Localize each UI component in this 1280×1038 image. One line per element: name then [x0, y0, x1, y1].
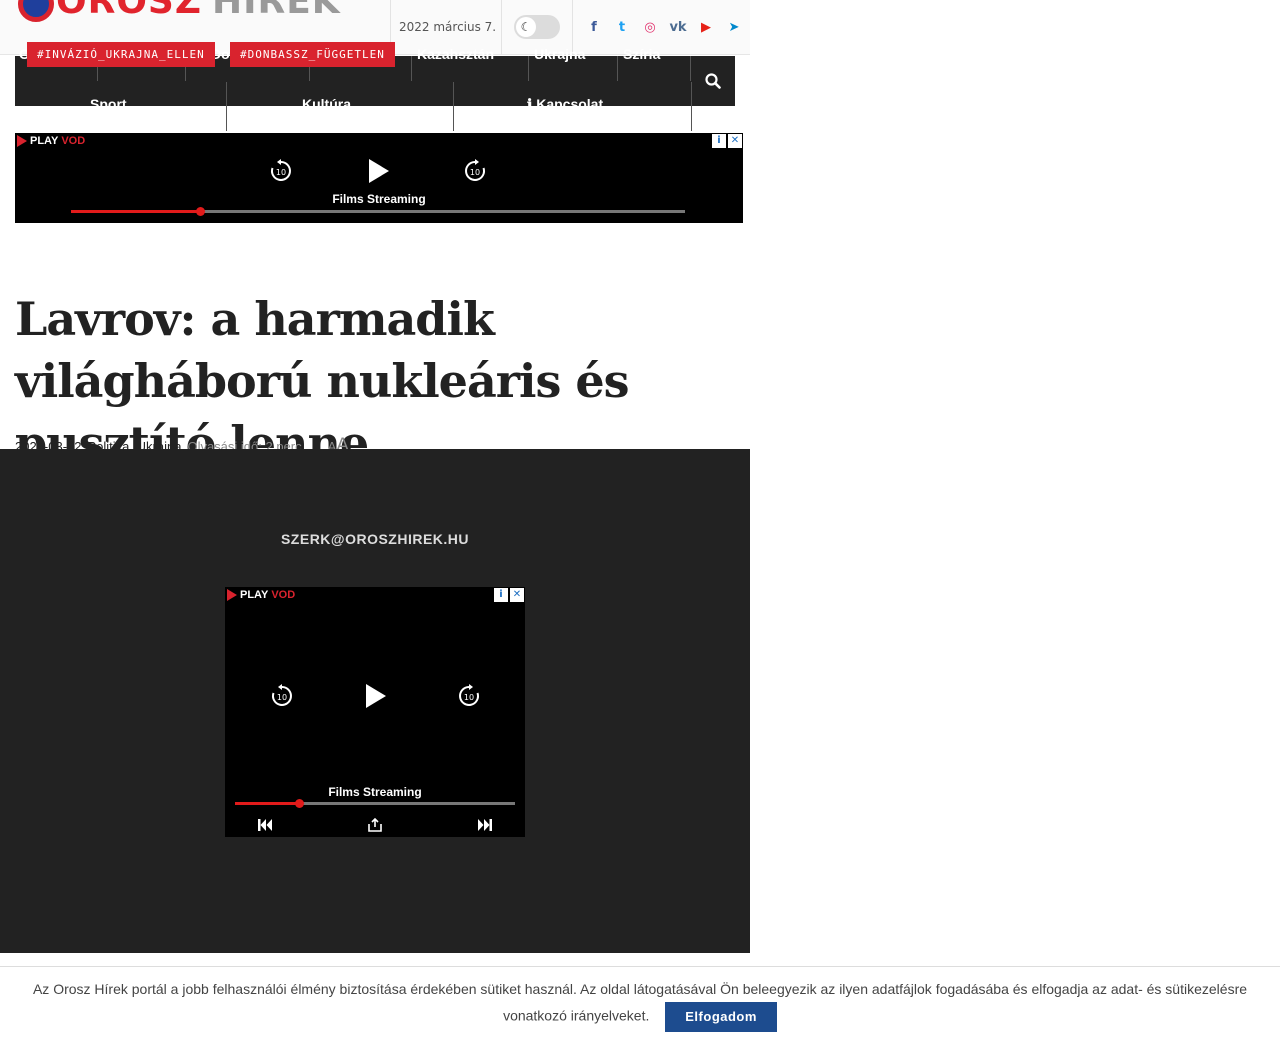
nav-separator — [453, 82, 454, 131]
logo-globe-icon — [18, 0, 54, 22]
nav-item-ukrajna[interactable]: Ukrajna — [534, 46, 585, 62]
cookie-accept-button[interactable]: Elfogadom — [665, 1002, 777, 1032]
nav-separator — [617, 56, 618, 81]
share-icon[interactable] — [367, 817, 383, 833]
ad-info-icon[interactable]: i — [494, 588, 508, 602]
next-icon[interactable] — [477, 818, 493, 832]
telegram-icon[interactable]: ➤ — [725, 19, 743, 37]
ad-progress-handle[interactable] — [295, 799, 305, 808]
svg-text:10: 10 — [277, 693, 287, 702]
ad-controls: i ✕ — [712, 134, 742, 148]
ad-progress-fill — [235, 802, 300, 805]
nav-separator — [226, 82, 227, 131]
play-logo-icon — [17, 135, 27, 147]
tag-invazio-ukrajna-ellen[interactable]: #INVÁZIÓ_UKRAJNA_ELLEN — [27, 42, 215, 67]
footer-block: SZERK@OROSZHIREK.HU PLAY VOD i ✕ 10 10 F… — [0, 449, 750, 953]
forward-10-icon[interactable]: 10 — [461, 157, 489, 185]
svg-text:10: 10 — [276, 168, 286, 177]
rewind-10-icon[interactable]: 10 — [268, 682, 296, 710]
previous-icon[interactable] — [257, 818, 273, 832]
contact-email[interactable]: SZERK@OROSZHIREK.HU — [0, 531, 750, 547]
ad-progress-bar[interactable] — [71, 207, 685, 216]
forward-10-icon[interactable]: 10 — [455, 682, 483, 710]
video-ad-top[interactable]: PLAY VOD i ✕ 10 10 Films Streaming — [15, 133, 743, 223]
brand-vod: VOD — [271, 589, 296, 601]
logo-text-gray: HÍREK — [211, 0, 341, 22]
ad-label: Films Streaming — [332, 192, 426, 206]
nav-separator — [528, 56, 529, 81]
nav-item-sport[interactable]: Sport — [90, 96, 127, 112]
play-logo-icon — [227, 589, 237, 601]
ad-label: Films Streaming — [328, 785, 422, 799]
ad-progress-handle[interactable] — [195, 207, 205, 216]
ad-close-icon[interactable]: ✕ — [728, 134, 742, 148]
brand-play: PLAY — [240, 589, 269, 601]
tag-donbassz-fuggetlen[interactable]: #DONBASSZ_FÜGGETLEN — [230, 42, 395, 67]
nav-separator — [690, 56, 691, 81]
brand-vod: VOD — [61, 135, 86, 147]
cookie-banner: Az Orosz Hírek portál a jobb felhasználó… — [0, 966, 1280, 1038]
nav-item-kultura[interactable]: Kultúra — [302, 96, 351, 112]
brand-play: PLAY — [30, 135, 59, 147]
cookie-text-wrap: Az Orosz Hírek portál a jobb felhasználó… — [10, 977, 1270, 1032]
video-ad-footer[interactable]: PLAY VOD i ✕ 10 10 Films Streaming — [225, 587, 525, 837]
playvod-logo: PLAY VOD — [17, 135, 85, 147]
playvod-logo: PLAY VOD — [227, 589, 295, 601]
main-nav-row2: Sport Kultúra ℹ Kapcsolat — [15, 82, 692, 131]
play-icon[interactable] — [362, 682, 390, 710]
info-icon: ℹ — [527, 96, 533, 112]
search-button[interactable] — [691, 56, 735, 106]
ad-info-icon[interactable]: i — [712, 134, 726, 148]
nav-item-kapcsolat-label: Kapcsolat — [536, 96, 604, 112]
nav-separator — [691, 82, 692, 131]
page: OROSZ HÍREK 2022 március 7. ☾ f t ◎ vk ▶ ➤ C … — [0, 0, 1280, 1038]
ad-close-icon[interactable]: ✕ — [510, 588, 524, 602]
search-icon — [705, 73, 721, 89]
logo-text-red: OROSZ — [56, 0, 202, 22]
svg-text:10: 10 — [470, 168, 480, 177]
cookie-text: Az Orosz Hírek portál a jobb felhasználó… — [32, 981, 1248, 1024]
play-icon[interactable] — [365, 157, 393, 185]
site-logo[interactable]: OROSZ HÍREK — [18, 0, 341, 22]
rewind-10-icon[interactable]: 10 — [267, 157, 295, 185]
nav-separator — [411, 56, 412, 81]
youtube-icon[interactable]: ▶ — [697, 19, 715, 37]
svg-text:10: 10 — [464, 693, 474, 702]
nav-item-kazahsztan[interactable]: Kazahsztán — [417, 46, 494, 62]
ad-controls: i ✕ — [494, 588, 524, 602]
ad-progress-bar[interactable] — [235, 799, 515, 808]
nav-item-kapcsolat[interactable]: ℹ Kapcsolat — [527, 96, 603, 113]
ad-progress-fill — [71, 210, 200, 213]
nav-item-sziria[interactable]: Szíria — [623, 46, 660, 62]
